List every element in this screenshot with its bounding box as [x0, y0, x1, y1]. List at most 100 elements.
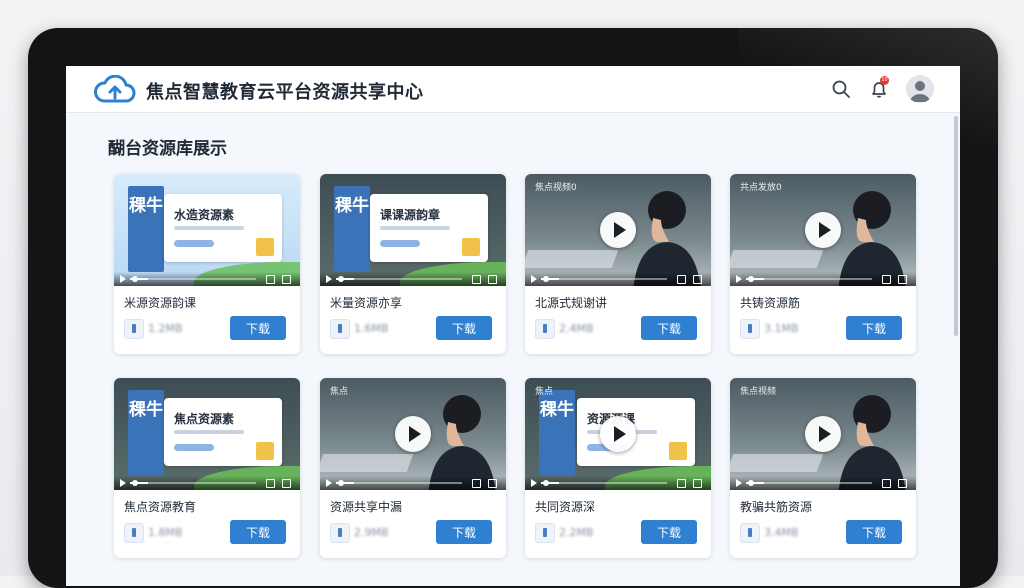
resource-title[interactable]: 教骗共筋资源 [740, 498, 812, 515]
progress-knob[interactable] [543, 480, 549, 486]
resource-card[interactable]: 共点发放0 共铸资源筋 3.1MB 下载 [730, 174, 916, 354]
resource-title[interactable]: 米源资源韵课 [124, 294, 196, 311]
progress-bar[interactable] [541, 278, 667, 280]
loop-icon[interactable] [266, 275, 275, 284]
fullscreen-icon[interactable] [488, 479, 497, 488]
resource-card[interactable]: 稞牛 水造资源素 米源资源韵课 1.2MB 下载 [114, 174, 300, 354]
fullscreen-icon[interactable] [693, 479, 702, 488]
resource-thumbnail[interactable]: 稞牛 焦点资源素 [114, 378, 300, 490]
textbook-cover: 稞牛 [128, 390, 164, 476]
loop-icon[interactable] [266, 479, 275, 488]
play-small-icon[interactable] [120, 275, 126, 283]
resource-thumbnail[interactable]: 焦点视频0 [525, 174, 711, 286]
player-controls[interactable] [525, 272, 711, 286]
download-button[interactable]: 下载 [846, 316, 902, 340]
play-small-icon[interactable] [326, 479, 332, 487]
play-icon[interactable] [395, 416, 431, 452]
play-small-icon[interactable] [531, 275, 537, 283]
player-controls[interactable] [730, 476, 916, 490]
play-icon[interactable] [805, 416, 841, 452]
progress-bar[interactable] [130, 482, 256, 484]
download-button[interactable]: 下载 [641, 520, 697, 544]
resource-thumbnail[interactable]: 共点发放0 [730, 174, 916, 286]
resource-meta: 2.9MB [354, 526, 389, 539]
resource-title[interactable]: 米量资源亦享 [330, 294, 402, 311]
resource-card[interactable]: 焦点视频 教骗共筋资源 3.4MB 下载 [730, 378, 916, 558]
resource-thumbnail[interactable]: 焦点 [320, 378, 506, 490]
player-controls[interactable] [114, 476, 300, 490]
fullscreen-icon[interactable] [282, 275, 291, 284]
loop-icon[interactable] [882, 479, 891, 488]
progress-knob[interactable] [543, 276, 549, 282]
loop-icon[interactable] [472, 275, 481, 284]
resource-thumbnail[interactable]: 稞牛 资源源课 焦点 [525, 378, 711, 490]
fullscreen-icon[interactable] [282, 479, 291, 488]
progress-knob[interactable] [338, 276, 344, 282]
play-icon[interactable] [600, 212, 636, 248]
resource-card[interactable]: 稞牛 焦点资源素 焦点资源教育 1.8MB 下载 [114, 378, 300, 558]
download-button[interactable]: 下载 [230, 520, 286, 544]
progress-bar[interactable] [746, 278, 872, 280]
resource-meta: 3.4MB [764, 526, 799, 539]
fullscreen-icon[interactable] [488, 275, 497, 284]
progress-bar[interactable] [336, 278, 462, 280]
progress-knob[interactable] [338, 480, 344, 486]
progress-knob[interactable] [748, 276, 754, 282]
player-controls[interactable] [525, 476, 711, 490]
resource-card[interactable]: 稞牛 资源源课 焦点 共同资源深 2.2MB 下载 [525, 378, 711, 558]
download-button[interactable]: 下载 [641, 316, 697, 340]
player-controls[interactable] [320, 476, 506, 490]
document-preview: 焦点资源素 [164, 398, 282, 466]
loop-icon[interactable] [677, 479, 686, 488]
download-button[interactable]: 下载 [436, 520, 492, 544]
video-label: 焦点 [330, 387, 349, 397]
fullscreen-icon[interactable] [693, 275, 702, 284]
fullscreen-icon[interactable] [898, 275, 907, 284]
resource-card[interactable]: 焦点 资源共享中漏 2.9MB 下载 [320, 378, 506, 558]
progress-bar[interactable] [336, 482, 462, 484]
document-line [174, 430, 244, 434]
loop-icon[interactable] [677, 275, 686, 284]
resource-title[interactable]: 北源式规谢讲 [535, 294, 607, 311]
play-small-icon[interactable] [531, 479, 537, 487]
play-icon[interactable] [805, 212, 841, 248]
resource-title[interactable]: 资源共享中漏 [330, 498, 402, 515]
progress-knob[interactable] [748, 480, 754, 486]
resource-thumbnail[interactable]: 稞牛 水造资源素 [114, 174, 300, 286]
progress-knob[interactable] [132, 480, 138, 486]
loop-icon[interactable] [882, 275, 891, 284]
resource-title[interactable]: 共同资源深 [535, 498, 595, 515]
progress-bar[interactable] [541, 482, 667, 484]
resource-card[interactable]: 稞牛 课课源韵章 米量资源亦享 1.6MB 下载 [320, 174, 506, 354]
resource-thumbnail[interactable]: 稞牛 课课源韵章 [320, 174, 506, 286]
progress-knob[interactable] [132, 276, 138, 282]
progress-bar[interactable] [130, 278, 256, 280]
resource-title[interactable]: 共铸资源筋 [740, 294, 800, 311]
player-controls[interactable] [114, 272, 300, 286]
resource-meta: 3.1MB [764, 322, 799, 335]
document-preview: 水造资源素 [164, 194, 282, 262]
player-controls[interactable] [730, 272, 916, 286]
resource-card[interactable]: 焦点视频0 北源式规谢讲 2.4MB 下载 [525, 174, 711, 354]
desk-paper [730, 454, 824, 472]
play-icon[interactable] [600, 416, 636, 452]
file-icon [330, 523, 350, 543]
loop-icon[interactable] [472, 479, 481, 488]
search-icon[interactable] [830, 78, 852, 100]
download-button[interactable]: 下载 [230, 316, 286, 340]
play-small-icon[interactable] [326, 275, 332, 283]
resource-title[interactable]: 焦点资源教育 [124, 498, 196, 515]
cloud-upload-icon[interactable] [94, 75, 136, 105]
play-small-icon[interactable] [736, 479, 742, 487]
download-button[interactable]: 下载 [846, 520, 902, 544]
scrollbar[interactable] [954, 116, 958, 336]
play-small-icon[interactable] [120, 479, 126, 487]
player-controls[interactable] [320, 272, 506, 286]
play-small-icon[interactable] [736, 275, 742, 283]
student-figure [428, 395, 496, 490]
resource-thumbnail[interactable]: 焦点视频 [730, 378, 916, 490]
user-avatar-icon[interactable] [906, 75, 934, 103]
download-button[interactable]: 下载 [436, 316, 492, 340]
fullscreen-icon[interactable] [898, 479, 907, 488]
progress-bar[interactable] [746, 482, 872, 484]
